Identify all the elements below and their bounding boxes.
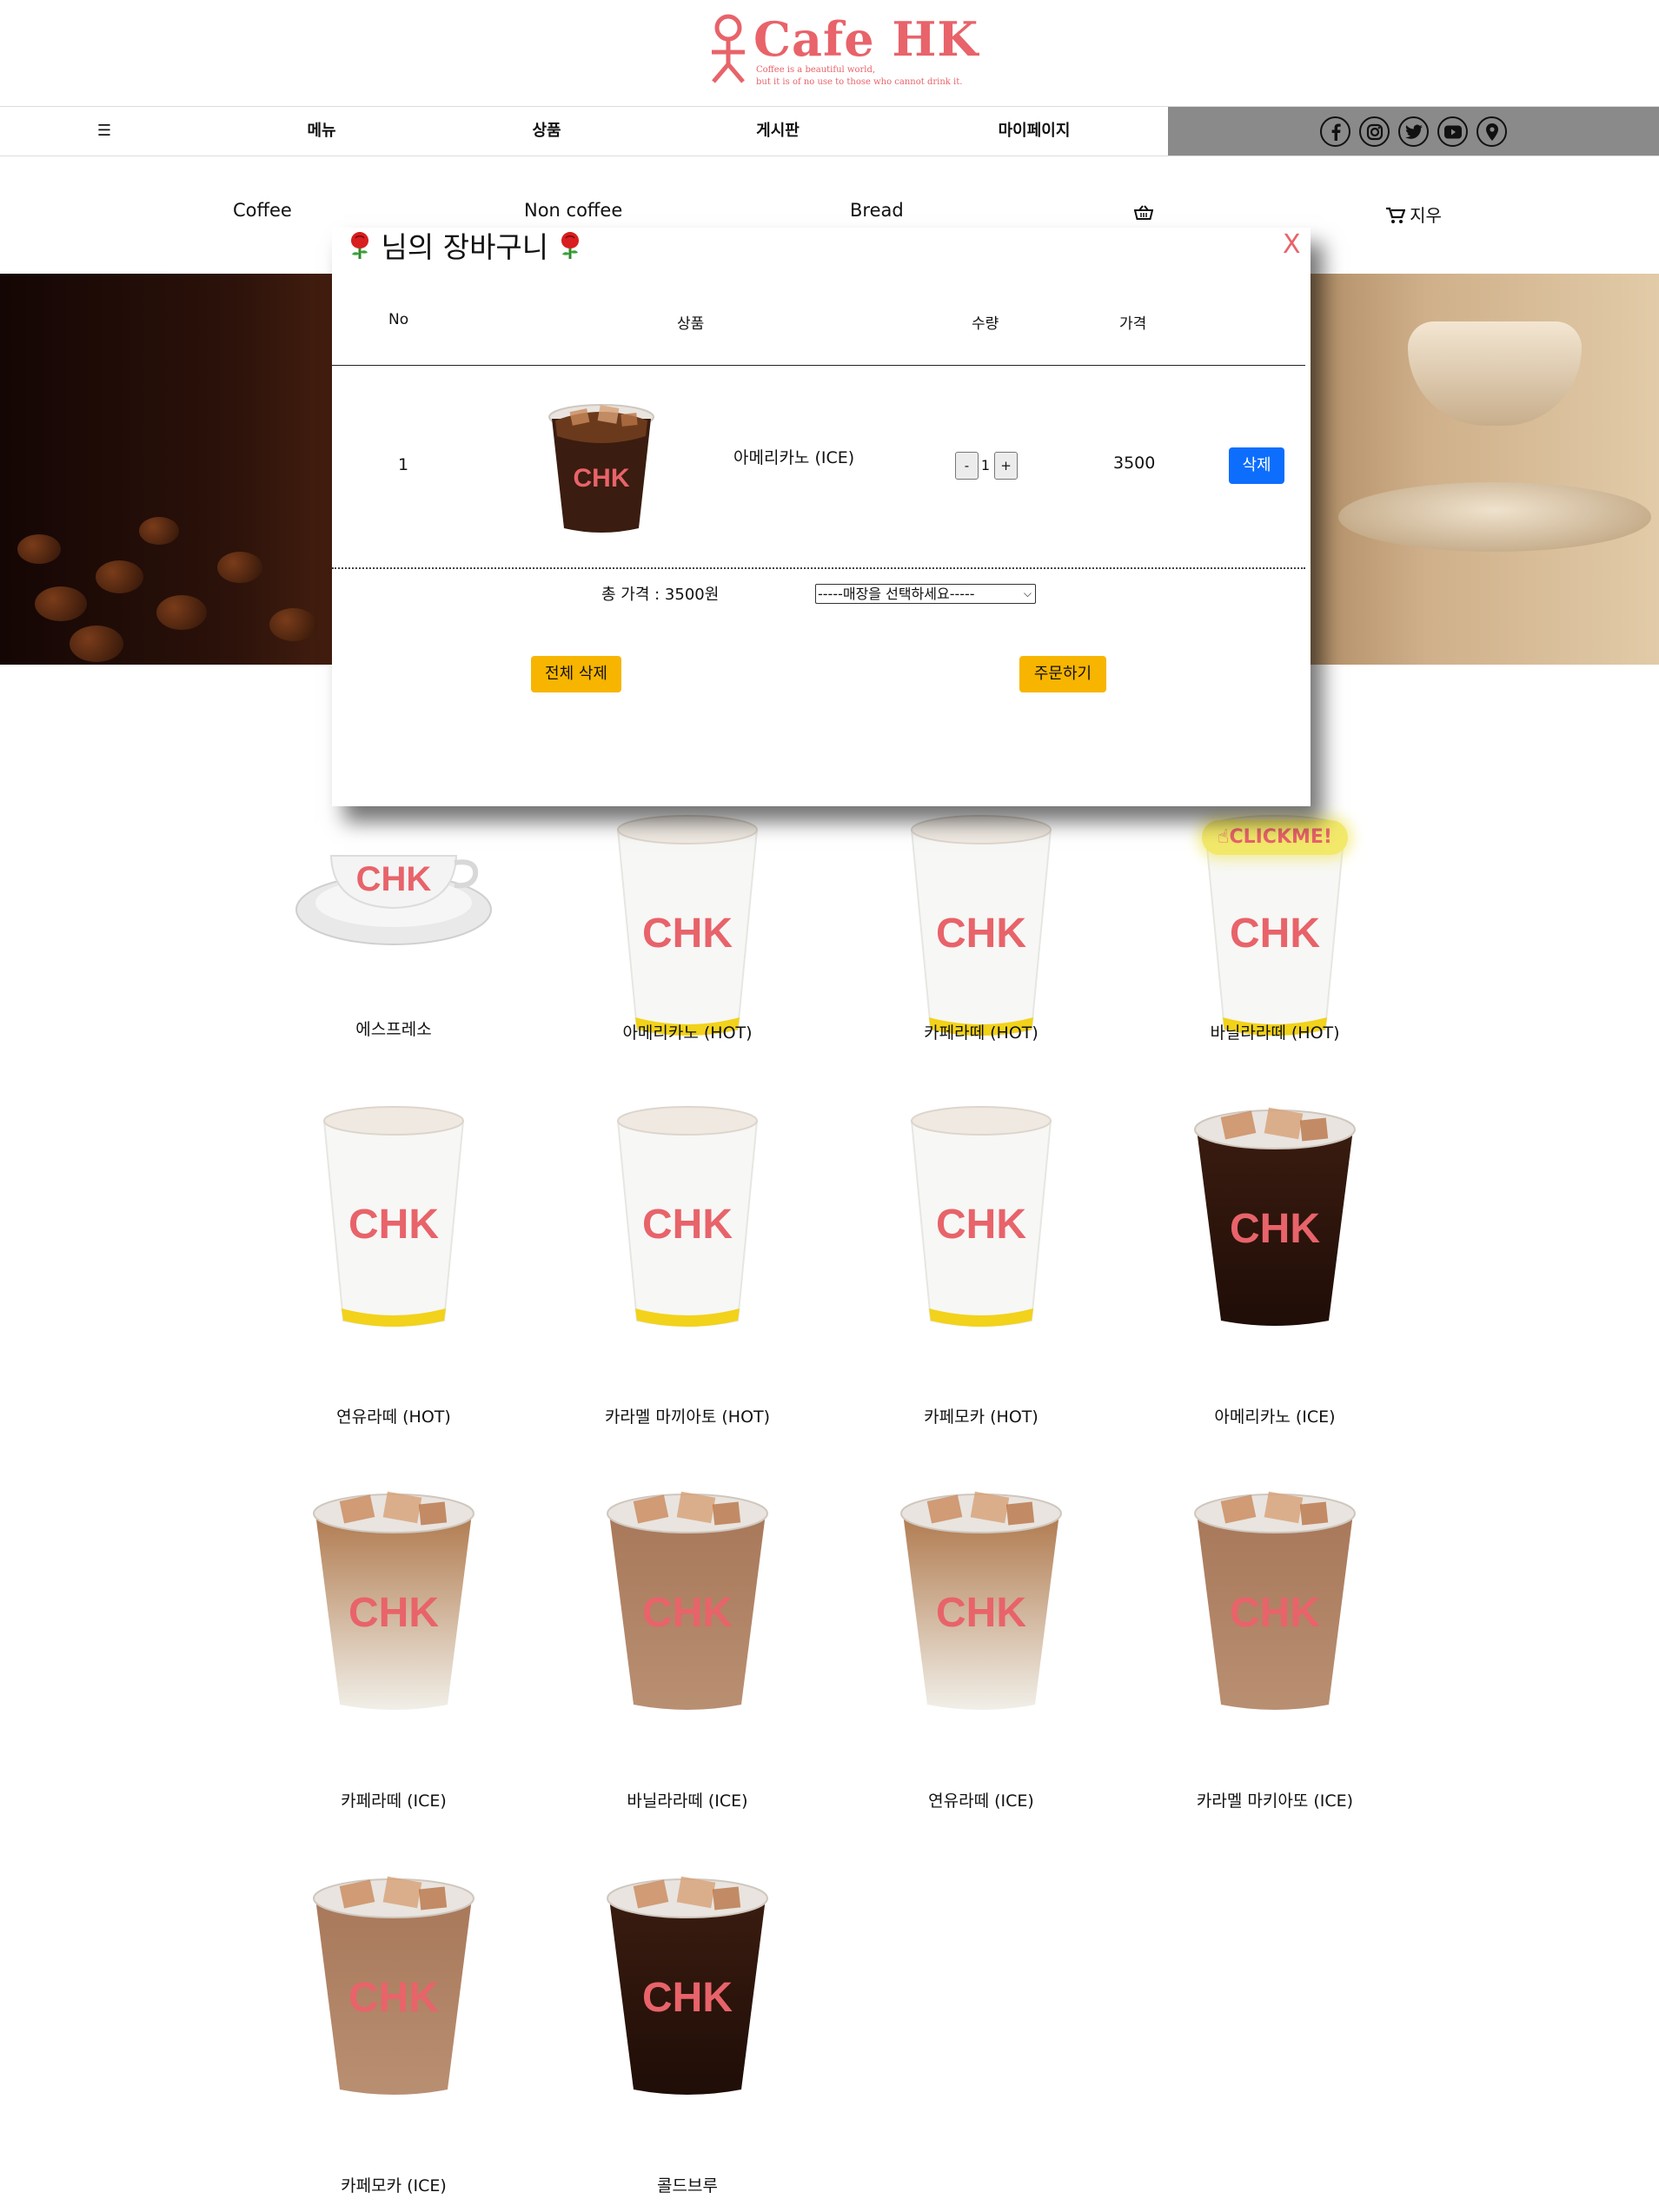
svg-text:CHK: CHK bbox=[936, 1590, 1026, 1636]
svg-text:CHK: CHK bbox=[642, 1975, 733, 2021]
logo-tagline-line1: Coffee is a beautiful world, bbox=[756, 65, 876, 75]
instagram-icon[interactable] bbox=[1359, 116, 1390, 147]
product-name[interactable]: 카페모카 (HOT) bbox=[851, 1404, 1112, 1427]
svg-text:CHK: CHK bbox=[356, 860, 432, 898]
svg-text:CHK: CHK bbox=[1230, 1590, 1320, 1636]
product-image[interactable]: CHK bbox=[289, 1103, 498, 1338]
clickme-badge[interactable]: ☝CLICKME! bbox=[1202, 820, 1348, 855]
svg-text:CHK: CHK bbox=[936, 1202, 1026, 1248]
cart-row-price: 3500 bbox=[1113, 454, 1156, 473]
person-logo-icon bbox=[712, 14, 745, 83]
total-divider bbox=[332, 567, 1305, 569]
product-name[interactable]: 아메리카노 (ICE) bbox=[1145, 1404, 1405, 1427]
logo-tagline-line2: but it is of no use to those who cannot … bbox=[756, 77, 963, 87]
svg-text:CHK: CHK bbox=[1230, 1206, 1320, 1252]
twitter-icon[interactable] bbox=[1398, 116, 1429, 147]
product-image[interactable]: CHK bbox=[1171, 1103, 1379, 1338]
delete-item-button[interactable]: 삭제 bbox=[1229, 447, 1284, 484]
category-non-coffee[interactable]: Non coffee bbox=[524, 200, 622, 221]
nav-item-mypage[interactable]: 마이페이지 bbox=[982, 107, 1086, 156]
product-name[interactable]: 연유라떼 (ICE) bbox=[851, 1788, 1112, 1811]
product-image[interactable]: CHK bbox=[877, 1487, 1085, 1722]
clickme-label: CLICKME! bbox=[1229, 826, 1332, 848]
svg-text:CHK: CHK bbox=[348, 1975, 439, 2021]
product-name[interactable]: 카라멜 마끼아토 (HOT) bbox=[557, 1404, 818, 1427]
product-image[interactable]: CHK bbox=[289, 795, 498, 1030]
product-image[interactable]: CHK bbox=[583, 812, 792, 1047]
shopping-cart-icon bbox=[1386, 207, 1406, 223]
rose-icon bbox=[351, 232, 368, 259]
svg-text:CHK: CHK bbox=[348, 1590, 439, 1636]
hamburger-menu-icon[interactable]: ☰ bbox=[96, 107, 113, 156]
product-name[interactable]: 바닐라라떼 (HOT) bbox=[1145, 1020, 1405, 1043]
product-name[interactable]: 에스프레소 bbox=[263, 1017, 524, 1040]
cart-modal: 님의 장바구니 X No 상품 수량 가격 1 CHK 아메리카노 (ICE) … bbox=[332, 228, 1311, 806]
clear-all-button[interactable]: 전체 삭제 bbox=[531, 656, 621, 692]
order-button[interactable]: 주문하기 bbox=[1019, 656, 1106, 692]
youtube-icon[interactable] bbox=[1437, 116, 1468, 147]
svg-text:CHK: CHK bbox=[642, 1202, 733, 1248]
rose-icon bbox=[561, 232, 579, 259]
product-name[interactable]: 카라멜 마키아또 (ICE) bbox=[1145, 1788, 1405, 1811]
svg-text:CHK: CHK bbox=[348, 1202, 439, 1248]
product-name[interactable]: 바닐라라떼 (ICE) bbox=[557, 1788, 818, 1811]
chevron-down-icon: ⌵ bbox=[1023, 587, 1032, 599]
pointer-hand-icon: ☝ bbox=[1218, 826, 1230, 848]
product-name[interactable]: 카페라떼 (HOT) bbox=[851, 1020, 1112, 1043]
product-name[interactable]: 콜드브루 bbox=[557, 2173, 818, 2196]
cup-brand-text: CHK bbox=[574, 464, 630, 493]
product-image[interactable]: CHK bbox=[289, 1872, 498, 2107]
site-logo[interactable]: Cafe HK Coffee is a beautiful world, but… bbox=[708, 12, 978, 89]
logo-tagline: Coffee is a beautiful world, but it is o… bbox=[756, 64, 962, 89]
store-select[interactable]: -----매장을 선택하세요----- ⌵ bbox=[815, 584, 1036, 604]
column-header-no: No bbox=[388, 311, 409, 328]
basket-icon[interactable] bbox=[1134, 205, 1153, 221]
svg-text:CHK: CHK bbox=[1230, 911, 1320, 957]
quantity-decrease-button[interactable]: - bbox=[955, 452, 979, 480]
svg-text:CHK: CHK bbox=[936, 911, 1026, 957]
cart-modal-title: 님의 장바구니 bbox=[348, 228, 582, 268]
quantity-value: 1 bbox=[980, 457, 991, 474]
svg-text:CHK: CHK bbox=[642, 1590, 733, 1636]
product-image[interactable]: CHK bbox=[289, 1487, 498, 1722]
cart-row-product-name: 아메리카노 (ICE) bbox=[733, 448, 855, 467]
category-coffee[interactable]: Coffee bbox=[233, 200, 292, 221]
close-button[interactable]: X bbox=[1283, 228, 1301, 262]
main-nav: ☰ 메뉴 상품 게시판 마이페이지 bbox=[0, 106, 1659, 156]
product-name[interactable]: 카페라떼 (ICE) bbox=[263, 1788, 524, 1811]
product-name[interactable]: 카페모카 (ICE) bbox=[263, 2173, 524, 2196]
column-header-quantity: 수량 bbox=[972, 315, 999, 333]
column-header-price: 가격 bbox=[1119, 315, 1147, 333]
quantity-increase-button[interactable]: + bbox=[994, 452, 1018, 480]
cart-row-no: 1 bbox=[398, 455, 409, 474]
facebook-icon[interactable] bbox=[1320, 116, 1350, 147]
nav-item-board[interactable]: 게시판 bbox=[743, 107, 813, 156]
category-bread[interactable]: Bread bbox=[850, 200, 904, 221]
cart-modal-title-text: 님의 장바구니 bbox=[381, 230, 549, 264]
product-image[interactable]: CHK bbox=[583, 1487, 792, 1722]
product-image[interactable]: CHK bbox=[583, 1872, 792, 2107]
social-links-bar bbox=[1168, 107, 1659, 156]
product-name[interactable]: 연유라떼 (HOT) bbox=[263, 1404, 524, 1427]
nav-item-products[interactable]: 상품 bbox=[512, 107, 581, 156]
product-image[interactable]: CHK bbox=[877, 1103, 1085, 1338]
nav-item-menu[interactable]: 메뉴 bbox=[287, 107, 356, 156]
svg-text:CHK: CHK bbox=[642, 911, 733, 957]
product-image[interactable]: CHK bbox=[877, 812, 1085, 1047]
column-header-product: 상품 bbox=[677, 315, 705, 333]
product-image[interactable]: CHK bbox=[583, 1103, 792, 1338]
cart-product-image: CHK bbox=[548, 404, 654, 533]
product-image[interactable]: CHK bbox=[1171, 1487, 1379, 1722]
cart-link[interactable]: 지우 bbox=[1386, 202, 1442, 227]
total-price: 총 가격 : 3500원 bbox=[601, 586, 720, 604]
location-pin-icon[interactable] bbox=[1477, 116, 1507, 147]
store-select-value: -----매장을 선택하세요----- bbox=[818, 586, 975, 602]
cart-label: 지우 bbox=[1410, 205, 1442, 226]
table-divider bbox=[332, 365, 1305, 366]
logo-title: Cafe HK bbox=[753, 11, 979, 67]
product-name[interactable]: 아메리카노 (HOT) bbox=[557, 1020, 818, 1043]
